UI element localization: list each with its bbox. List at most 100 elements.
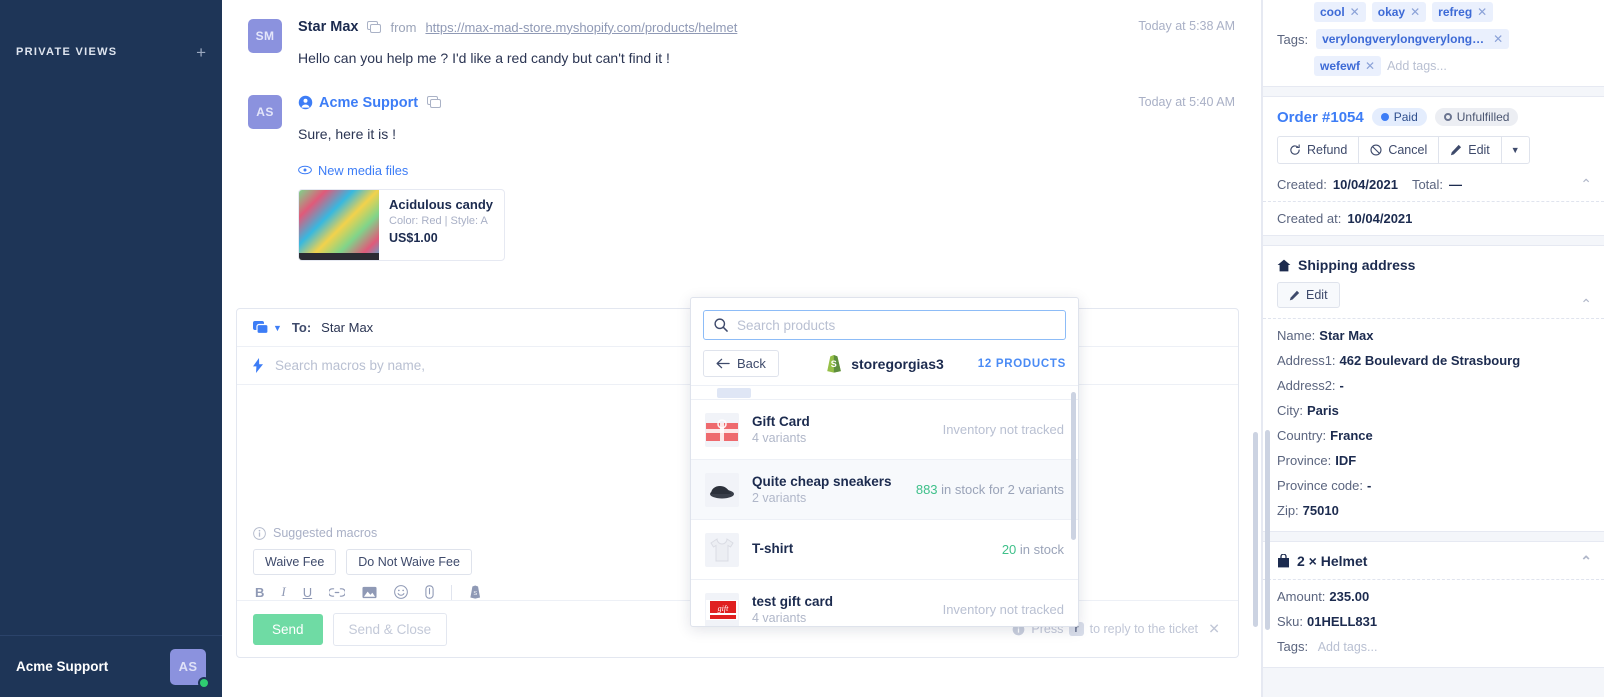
composer-to-value[interactable]: Star Max <box>321 320 373 335</box>
address-field-row: Province code: - <box>1263 473 1604 498</box>
sidebar-user-footer[interactable]: Acme Support AS <box>0 635 222 697</box>
tag-chip[interactable]: okay ✕ <box>1371 2 1427 22</box>
refund-button[interactable]: Refund <box>1277 136 1360 164</box>
order-more-actions-button[interactable]: ▼ <box>1500 136 1530 164</box>
macro-chip-waive-fee[interactable]: Waive Fee <box>253 549 337 575</box>
tag-chip[interactable]: refreg ✕ <box>1432 2 1494 22</box>
search-products-input[interactable] <box>737 317 1055 333</box>
center-scrollbar[interactable] <box>1253 432 1258 627</box>
collapse-icon[interactable]: ⌃ <box>1580 553 1592 570</box>
new-media-files-link[interactable]: New media files <box>298 163 1235 178</box>
refresh-icon <box>1289 144 1301 156</box>
agent-user-icon <box>298 95 313 110</box>
product-thumbnail <box>705 412 739 447</box>
shopify-icon: S <box>825 354 842 373</box>
italic-icon[interactable]: I <box>281 584 285 600</box>
message-item: SM Star Max from https://max-mad-store.m… <box>248 16 1235 74</box>
tag-chip[interactable]: verylongverylongverylongverylongver... ✕ <box>1316 29 1510 49</box>
total-value: — <box>1449 177 1463 192</box>
image-icon[interactable] <box>362 586 377 599</box>
avatar[interactable]: AS <box>170 648 210 689</box>
remove-tag-icon[interactable]: ✕ <box>1365 59 1375 73</box>
add-view-icon[interactable]: + <box>196 44 206 61</box>
shipping-title-label: Shipping address <box>1298 257 1416 273</box>
product-stock: 883 in stock for 2 variants <box>916 482 1064 497</box>
product-card-variant: Color: Red | Style: A <box>389 214 488 227</box>
unfulfilled-dot-icon <box>1443 113 1452 121</box>
collapse-icon[interactable]: ⌃ <box>1580 176 1592 193</box>
close-icon[interactable]: ✕ <box>1208 621 1220 638</box>
remove-tag-icon[interactable]: ✕ <box>1350 5 1360 19</box>
edit-shipping-label: Edit <box>1306 288 1328 302</box>
right-details-panel: cool ✕ okay ✕ refreg ✕ Tags: verylongver… <box>1262 0 1604 697</box>
tag-label: cool <box>1320 5 1345 19</box>
shopify-icon[interactable]: S <box>469 585 482 599</box>
field-value: 462 Boulevard de Strasbourg <box>1339 353 1521 368</box>
macro-chip-do-not-waive-fee[interactable]: Do Not Waive Fee <box>346 549 472 575</box>
cancel-label: Cancel <box>1388 143 1428 157</box>
order-number-link[interactable]: Order #1054 <box>1277 109 1364 126</box>
private-views-header: PRIVATE VIEWS + <box>0 40 222 64</box>
underline-icon[interactable]: U <box>303 585 312 600</box>
product-stock-count: 883 <box>915 482 938 497</box>
popup-scrollbar[interactable] <box>1071 392 1076 540</box>
emoji-icon[interactable] <box>394 585 408 599</box>
cancel-button[interactable]: Cancel <box>1358 136 1440 164</box>
ban-icon <box>1370 144 1382 156</box>
add-tags-input[interactable]: Add tags... <box>1387 59 1447 73</box>
field-label: City: <box>1277 403 1303 418</box>
attached-product-card[interactable]: Acidulous candy Color: Red | Style: A US… <box>298 188 505 261</box>
search-products-box[interactable] <box>703 310 1066 340</box>
popup-store-header: Back S storegorgias3 12 PRODUCTS <box>691 350 1078 385</box>
message-source-link[interactable]: https://max-mad-store.myshopify.com/prod… <box>425 20 737 35</box>
info-icon <box>253 526 266 540</box>
message-text: Hello can you help me ? I'd like a red c… <box>298 50 670 66</box>
remove-tag-icon[interactable]: ✕ <box>1493 32 1503 46</box>
tags-block: cool ✕ okay ✕ refreg ✕ Tags: verylongver… <box>1263 0 1604 86</box>
send-button[interactable]: Send <box>253 613 323 645</box>
message-timestamp: Today at 5:40 AM <box>1138 94 1235 109</box>
address-field-row: City: Paris <box>1263 398 1604 423</box>
product-stock: Inventory not tracked <box>942 602 1064 617</box>
bold-icon[interactable]: B <box>255 585 264 600</box>
remove-tag-icon[interactable]: ✕ <box>1477 5 1487 19</box>
refund-label: Refund <box>1307 143 1348 157</box>
paid-dot-icon <box>1380 113 1389 121</box>
field-label: Province: <box>1277 453 1332 468</box>
home-icon <box>1277 259 1291 272</box>
product-variants: 4 variants <box>752 611 807 625</box>
attachment-icon[interactable] <box>425 585 434 599</box>
list-item[interactable]: T-shirt 20 in stock <box>691 520 1078 580</box>
sidebar-user-name: Acme Support <box>16 659 109 674</box>
line-item-field-row: Amount: 235.00 <box>1263 584 1604 609</box>
field-value: 235.00 <box>1329 589 1370 604</box>
collapse-icon[interactable]: ⌃ <box>1580 296 1592 313</box>
tag-chip[interactable]: wefewf ✕ <box>1314 56 1382 76</box>
tag-chip[interactable]: cool ✕ <box>1314 2 1366 22</box>
edit-order-button[interactable]: Edit <box>1438 136 1502 164</box>
list-item[interactable]: gift test gift card 4 variants Inventory… <box>691 580 1078 626</box>
product-name-block: Gift Card 4 variants <box>752 414 930 445</box>
svg-text:S: S <box>830 359 836 369</box>
list-item[interactable]: Gift Card 4 variants Inventory not track… <box>691 400 1078 460</box>
edit-shipping-address-button[interactable]: Edit <box>1277 282 1340 308</box>
online-status-dot <box>198 676 210 689</box>
add-tags-input[interactable]: Add tags... <box>1318 640 1378 654</box>
back-button[interactable]: Back <box>703 350 779 377</box>
app-root: PRIVATE VIEWS + Acme Support AS SM Star … <box>0 0 1604 697</box>
field-value: 75010 <box>1302 503 1339 518</box>
link-icon[interactable] <box>329 587 346 598</box>
channel-selector[interactable]: ▼ <box>253 320 282 335</box>
product-card-title: Acidulous candy <box>389 196 494 212</box>
list-item[interactable]: Quite cheap sneakers 2 variants 883 in s… <box>691 460 1078 520</box>
remove-tag-icon[interactable]: ✕ <box>1410 5 1420 19</box>
product-result-list[interactable]: Gift Card 4 variants Inventory not track… <box>691 385 1078 626</box>
right-panel-scrollbar[interactable] <box>1265 430 1270 630</box>
unfulfilled-label: Unfulfilled <box>1456 110 1510 124</box>
list-item-partial[interactable] <box>691 386 1078 400</box>
field-label: Address1: <box>1277 353 1336 368</box>
message-text: Sure, here it is ! <box>298 125 397 142</box>
send-and-close-button[interactable]: Send & Close <box>332 612 448 646</box>
product-thumbnail: gift <box>705 592 739 626</box>
shipping-address-fields: Name: Star Max Address1: 462 Boulevard de … <box>1263 319 1604 531</box>
